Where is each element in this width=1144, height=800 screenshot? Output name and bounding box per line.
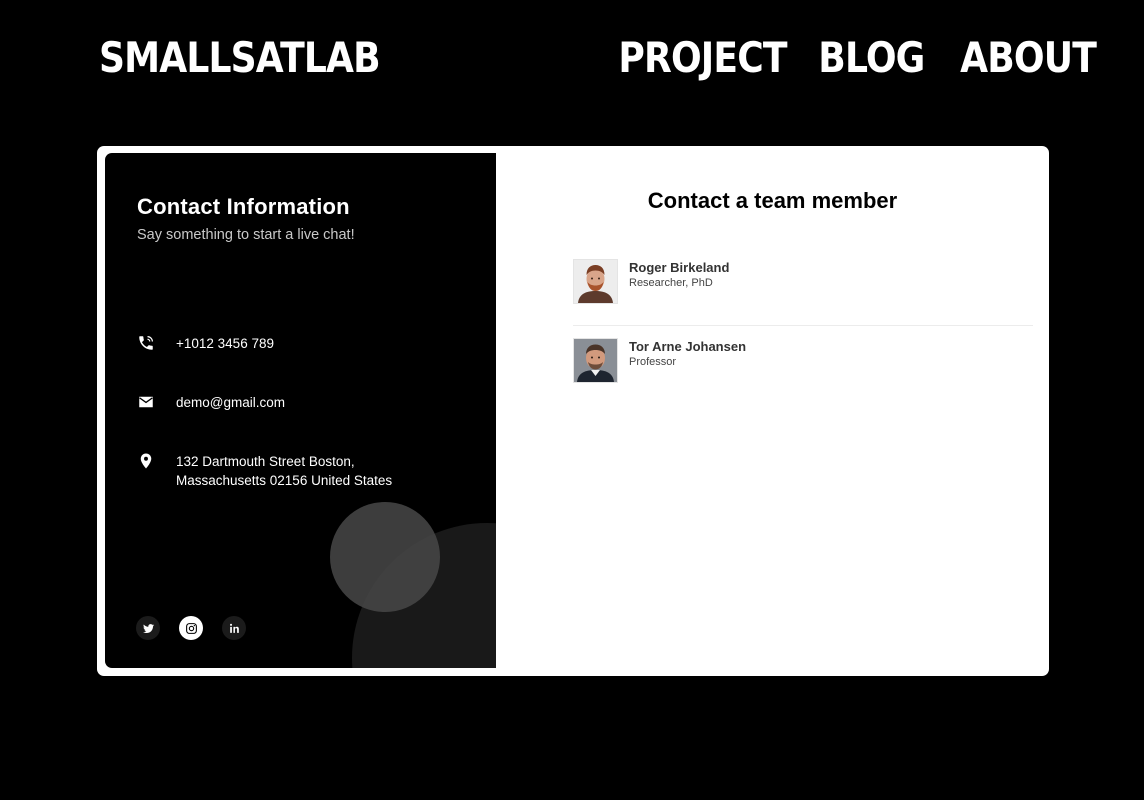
mail-icon: [139, 396, 153, 408]
email-address[interactable]: demo@gmail.com: [176, 393, 416, 412]
address-text: 132 Dartmouth Street Boston, Massachuset…: [176, 454, 393, 488]
member-name: Roger Birkeland: [629, 260, 730, 275]
location-pin-icon: [140, 453, 152, 469]
email-row: demo@gmail.com: [137, 393, 416, 412]
member-details: Tor Arne Johansen Professor: [629, 338, 746, 368]
avatar: [573, 259, 618, 304]
address-row: 132 Dartmouth Street Boston, Massachuset…: [137, 452, 416, 490]
contact-card: Contact Information Say something to sta…: [97, 146, 1049, 676]
main-nav: PROJECT BLOG ABOUT: [591, 33, 1097, 82]
member-role: Researcher, PhD: [629, 277, 713, 289]
member-details: Roger Birkeland Researcher, PhD: [629, 259, 729, 289]
twitter-icon[interactable]: [136, 616, 160, 640]
member-divider: [573, 325, 1033, 326]
linkedin-icon[interactable]: [222, 616, 246, 640]
contact-info-subtitle: Say something to start a live chat!: [137, 227, 355, 243]
nav-about[interactable]: ABOUT: [960, 33, 1097, 82]
avatar: [573, 338, 618, 383]
phone-row: +1012 3456 789: [137, 334, 416, 353]
brand-logo[interactable]: SMALLSATLAB: [99, 33, 381, 82]
phone-icon: [139, 336, 153, 350]
social-links: [136, 616, 246, 640]
member-name: Tor Arne Johansen: [629, 339, 747, 354]
team-section-title: Contact a team member: [647, 188, 898, 213]
nav-blog[interactable]: BLOG: [818, 33, 925, 82]
team-member-roger-birkeland[interactable]: Roger Birkeland Researcher, PhD: [573, 259, 729, 304]
member-role: Professor: [629, 356, 677, 368]
contact-info-title: Contact Information: [137, 194, 350, 219]
phone-number[interactable]: +1012 3456 789: [176, 334, 416, 353]
decor-circle-small: [330, 502, 440, 612]
instagram-icon[interactable]: [179, 616, 203, 640]
team-member-tor-arne-johansen[interactable]: Tor Arne Johansen Professor: [573, 338, 746, 383]
nav-project[interactable]: PROJECT: [618, 33, 787, 82]
contact-info-panel: Contact Information Say something to sta…: [105, 153, 496, 668]
